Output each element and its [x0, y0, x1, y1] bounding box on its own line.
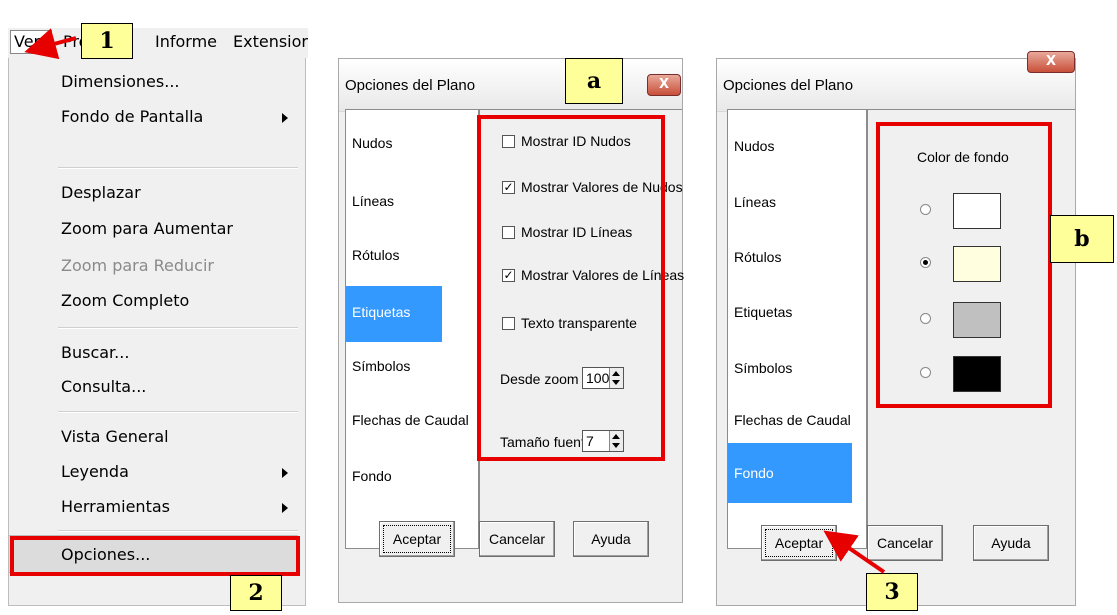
- dialog-titlebar: Opciones del Plano X: [717, 51, 1075, 112]
- ayuda-button[interactable]: Ayuda: [973, 525, 1049, 561]
- callout-3: 3: [866, 573, 918, 611]
- cancelar-button[interactable]: Cancelar: [479, 521, 555, 557]
- aceptar-button[interactable]: Aceptar: [379, 521, 455, 557]
- dialog-title: Opciones del Plano: [723, 77, 854, 94]
- callout-1: 1: [81, 23, 133, 59]
- list-item-fondo[interactable]: Fondo: [734, 465, 774, 481]
- close-icon[interactable]: X: [1027, 51, 1075, 73]
- list-item-fondo[interactable]: Fondo: [352, 468, 392, 484]
- list-item-nudos[interactable]: Nudos: [352, 135, 392, 151]
- dialog-title: Opciones del Plano: [345, 77, 476, 94]
- menu-extensiones[interactable]: Extensior: [233, 32, 308, 51]
- list-item-simbolos[interactable]: Símbolos: [734, 360, 792, 376]
- list-item-simbolos[interactable]: Símbolos: [352, 358, 410, 374]
- category-list: Nudos Líneas Rótulos Etiquetas Símbolos …: [345, 109, 479, 549]
- list-item-rotulos[interactable]: Rótulos: [352, 247, 399, 263]
- callout-b: b: [1050, 215, 1114, 263]
- menu-item-zoom-aumentar[interactable]: Zoom para Aumentar: [61, 219, 233, 238]
- ayuda-button[interactable]: Ayuda: [573, 521, 649, 557]
- menu-separator: [58, 411, 298, 413]
- list-item-etiquetas[interactable]: Etiquetas: [352, 304, 410, 320]
- menu-item-herramientas[interactable]: Herramientas: [61, 497, 170, 516]
- list-item-nudos[interactable]: Nudos: [734, 138, 774, 154]
- cancelar-button[interactable]: Cancelar: [867, 525, 943, 561]
- submenu-arrow-icon: [282, 113, 288, 123]
- list-item-flechas-caudal[interactable]: Flechas de Caudal: [352, 412, 469, 428]
- menu-item-dimensiones[interactable]: Dimensiones...: [61, 72, 179, 91]
- menu-separator: [58, 327, 298, 329]
- callout-a: a: [565, 58, 623, 104]
- menu-item-consulta[interactable]: Consulta...: [61, 377, 146, 396]
- menu-ver[interactable]: Ver: [14, 32, 40, 51]
- menu-item-leyenda[interactable]: Leyenda: [61, 462, 129, 481]
- close-icon[interactable]: X: [647, 74, 681, 96]
- menu-item-vista-general[interactable]: Vista General: [61, 427, 169, 446]
- dialog-titlebar: Opciones del Plano X: [339, 59, 682, 112]
- callout-2: 2: [230, 575, 282, 611]
- ver-dropdown-menu: [8, 58, 306, 606]
- menu-item-buscar[interactable]: Buscar...: [61, 343, 129, 362]
- menu-item-zoom-reducir: Zoom para Reducir: [61, 256, 214, 275]
- category-list: Nudos Líneas Rótulos Etiquetas Símbolos …: [727, 109, 867, 549]
- menu-separator: [58, 530, 298, 532]
- submenu-arrow-icon: [282, 503, 288, 513]
- menu-informe[interactable]: Informe: [155, 32, 217, 51]
- aceptar-button[interactable]: Aceptar: [761, 525, 837, 561]
- red-highlight-options: [477, 115, 665, 461]
- list-item-lineas[interactable]: Líneas: [352, 193, 394, 209]
- menubar: Ver Proyecto Informe Extensior: [8, 28, 308, 58]
- menu-item-fondo-pantalla[interactable]: Fondo de Pantalla: [61, 107, 203, 126]
- red-highlight-colors: [876, 122, 1052, 408]
- menu-separator: [58, 167, 298, 169]
- list-item-flechas-caudal[interactable]: Flechas de Caudal: [734, 412, 851, 428]
- submenu-arrow-icon: [282, 468, 288, 478]
- list-item-lineas[interactable]: Líneas: [734, 194, 776, 210]
- red-highlight-opciones: [10, 536, 300, 576]
- list-item-rotulos[interactable]: Rótulos: [734, 249, 781, 265]
- menu-item-desplazar[interactable]: Desplazar: [61, 183, 141, 202]
- list-item-etiquetas[interactable]: Etiquetas: [734, 304, 792, 320]
- menu-item-zoom-completo[interactable]: Zoom Completo: [61, 291, 189, 310]
